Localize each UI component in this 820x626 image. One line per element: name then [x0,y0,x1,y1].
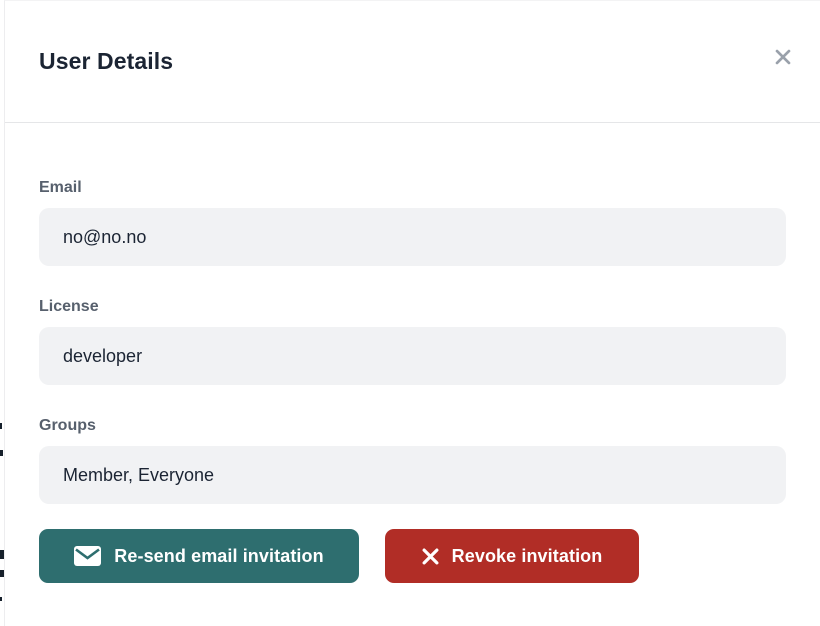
revoke-invitation-button[interactable]: Revoke invitation [385,529,639,583]
user-details-modal: User Details Email no@no.no License deve… [4,0,820,626]
close-icon [772,46,794,71]
background-text-fragment [0,597,2,601]
email-label: Email [39,179,786,197]
background-text-fragment [0,423,2,429]
email-field: no@no.no [39,208,786,266]
field-group-groups: Groups Member, Everyone [39,417,786,504]
resend-button-label: Re-send email invitation [114,546,323,567]
field-group-email: Email no@no.no [39,179,786,266]
license-label: License [39,298,786,316]
groups-label: Groups [39,417,786,435]
resend-invitation-button[interactable]: Re-send email invitation [39,529,359,583]
modal-title: User Details [39,48,173,75]
groups-value: Member, Everyone [63,465,214,486]
modal-header: User Details [5,1,820,123]
envelope-icon [74,546,101,566]
groups-field: Member, Everyone [39,446,786,504]
x-icon [422,548,439,565]
background-text-fragment [0,450,3,456]
license-value: developer [63,346,142,367]
close-button[interactable] [768,43,798,73]
license-field: developer [39,327,786,385]
action-buttons: Re-send email invitation Revoke invitati… [39,529,786,583]
email-value: no@no.no [63,227,146,248]
revoke-button-label: Revoke invitation [452,546,603,567]
modal-body: Email no@no.no License developer Groups … [5,123,820,583]
field-group-license: License developer [39,298,786,385]
